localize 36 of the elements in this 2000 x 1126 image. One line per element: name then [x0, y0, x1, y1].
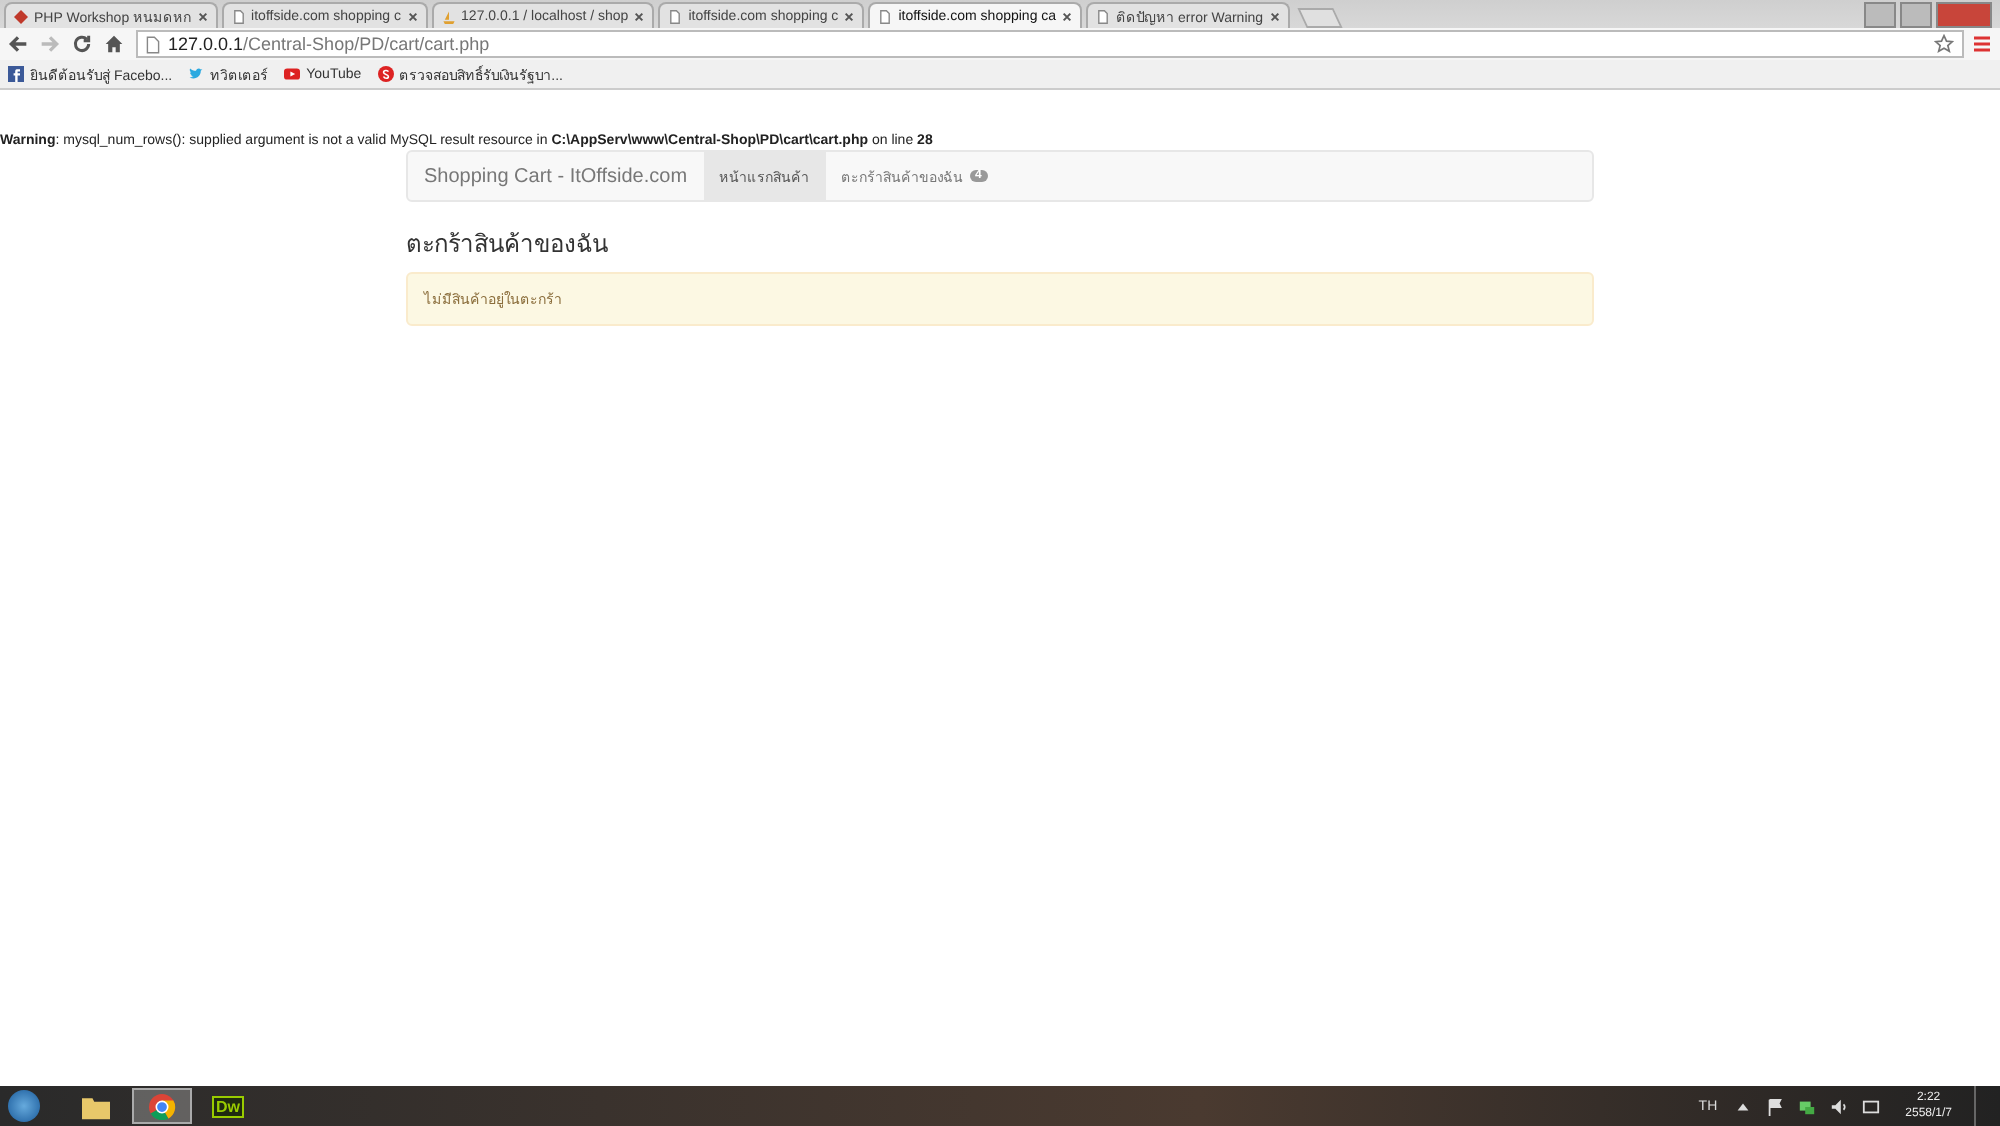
- flag-icon[interactable]: [1765, 1097, 1784, 1115]
- facebook-icon: [8, 66, 24, 82]
- folder-icon: [82, 1093, 110, 1119]
- sailboat-icon: [441, 9, 456, 23]
- diamond-icon: [14, 9, 28, 23]
- taskbar-app[interactable]: Dw: [198, 1088, 258, 1124]
- play-icon: [284, 66, 301, 82]
- close-icon[interactable]: [634, 11, 645, 21]
- menu-icon[interactable]: [1972, 34, 1992, 54]
- close-icon[interactable]: [407, 11, 418, 21]
- close-icon[interactable]: [1062, 11, 1073, 21]
- brand-link[interactable]: Shopping Cart - ItOffside.com: [408, 152, 704, 200]
- bird-icon: [188, 66, 205, 82]
- page-icon: [668, 9, 683, 23]
- app-icon: Dw: [212, 1095, 244, 1117]
- page-icon: [146, 35, 160, 53]
- home-icon[interactable]: [104, 34, 124, 54]
- page-icon: [878, 9, 893, 23]
- address-bar[interactable]: 127.0.0.1/Central-Shop/PD/cart/cart.php: [136, 30, 1964, 58]
- back-icon[interactable]: [8, 34, 28, 54]
- star-icon[interactable]: [1934, 34, 1954, 54]
- taskbar-app[interactable]: [132, 1088, 192, 1124]
- close-icon[interactable]: [1269, 11, 1280, 21]
- close-icon[interactable]: [197, 11, 208, 21]
- reload-icon[interactable]: [72, 34, 92, 54]
- network-icon[interactable]: [1797, 1097, 1816, 1115]
- volume-icon[interactable]: [1829, 1097, 1848, 1115]
- chrome-icon: [148, 1093, 176, 1119]
- url-text: 127.0.0.1/Central-Shop/PD/cart/cart.php: [168, 34, 492, 54]
- close-icon[interactable]: [844, 11, 855, 21]
- start-button[interactable]: [8, 1090, 40, 1122]
- page-heading: ตะกร้าสินค้าของฉัน: [406, 228, 610, 262]
- window-icon[interactable]: [1861, 1097, 1880, 1115]
- page-icon: [231, 9, 246, 23]
- logo-icon: [377, 66, 394, 82]
- page-icon: [1096, 9, 1111, 23]
